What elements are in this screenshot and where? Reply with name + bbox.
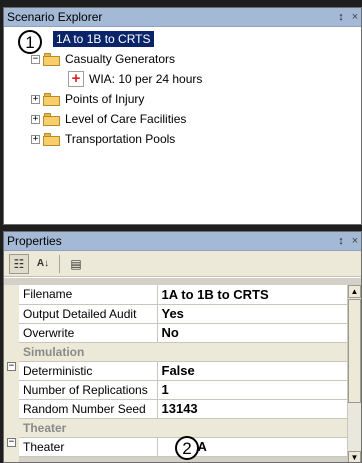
folder-icon (43, 52, 61, 66)
property-value[interactable]: 1 (157, 380, 349, 400)
properties-titlebar: Properties ↕ × (4, 232, 361, 251)
tree-node-label[interactable]: Level of Care Facilities (65, 112, 186, 126)
medical-cross-icon: + (68, 71, 84, 87)
expand-icon[interactable]: + (31, 114, 40, 124)
category-row-theater[interactable]: Theater (19, 418, 349, 438)
tree-node-label[interactable]: Points of Injury (65, 92, 144, 106)
tree-node-level-of-care-facilities[interactable]: + Level of Care Facilities (4, 109, 361, 129)
folder-icon (43, 112, 61, 126)
property-name: Theater (19, 437, 158, 457)
property-row[interactable]: Filename 1A to 1B to CRTS (19, 285, 349, 305)
property-value[interactable]: False (157, 361, 349, 381)
app-frame: Scenario Explorer ↕ × 1A to 1B to CRTS −… (0, 0, 362, 463)
property-pages-button[interactable]: ▤ (66, 254, 86, 274)
tree-node-casualty-generators[interactable]: − Casualty Generators (4, 49, 361, 69)
property-name: Overwrite (19, 323, 158, 343)
property-name: Random Number Seed (19, 399, 158, 419)
category-label: Simulation (19, 342, 349, 362)
expand-icon[interactable]: + (31, 134, 40, 144)
category-row-simulation[interactable]: Simulation (19, 342, 349, 362)
property-row[interactable]: Overwrite No (19, 323, 349, 343)
collapse-icon[interactable]: − (7, 362, 16, 371)
collapse-icon[interactable]: − (7, 438, 16, 447)
tree-node-transportation-pools[interactable]: + Transportation Pools (4, 129, 361, 149)
scroll-down-icon[interactable]: ▼ (348, 451, 361, 462)
callout-1: 1 (18, 30, 42, 54)
property-row[interactable]: Random Number Seed 13143 (19, 399, 349, 419)
folder-icon (43, 92, 61, 106)
property-grid: Filename 1A to 1B to CRTS Output Detaile… (4, 278, 361, 462)
tree-root-node[interactable]: 1A to 1B to CRTS (4, 29, 361, 49)
tree-node-label[interactable]: WIA: 10 per 24 hours (89, 72, 202, 86)
property-value[interactable]: Yes (157, 304, 349, 324)
property-name: Number of Replications (19, 380, 158, 400)
scenario-explorer-panel: Scenario Explorer ↕ × 1A to 1B to CRTS −… (3, 7, 362, 225)
scenario-explorer-title: Scenario Explorer (7, 10, 103, 24)
scenario-explorer-titlebar: Scenario Explorer ↕ × (4, 8, 361, 27)
property-value[interactable]: 13143 (157, 399, 349, 419)
property-table: Filename 1A to 1B to CRTS Output Detaile… (19, 285, 349, 457)
property-row[interactable]: Number of Replications 1 (19, 380, 349, 400)
close-icon[interactable]: × (349, 11, 361, 23)
sort-alphabetical-icon: A↓ (36, 258, 50, 269)
property-row[interactable]: Deterministic False (19, 361, 349, 381)
property-row[interactable]: Output Detailed Audit Yes (19, 304, 349, 324)
property-value[interactable]: No (157, 323, 349, 343)
categorized-view-button[interactable]: ☷ (9, 253, 29, 274)
properties-panel: Properties ↕ × ☷ A↓ ▤ Filename 1A to 1B … (3, 231, 362, 463)
property-name: Output Detailed Audit (19, 304, 158, 324)
toolbar-separator (59, 254, 60, 273)
expand-icon[interactable]: + (31, 94, 40, 104)
properties-title: Properties (7, 234, 62, 248)
pin-icon[interactable]: ↕ (333, 11, 349, 23)
tree-node-label[interactable]: Casualty Generators (65, 52, 175, 66)
scrollbar-thumb[interactable] (348, 299, 361, 403)
scroll-up-icon[interactable]: ▲ (348, 285, 361, 298)
property-pages-icon: ▤ (70, 256, 82, 271)
collapse-icon[interactable]: − (31, 54, 40, 64)
pin-icon[interactable]: ↕ (333, 235, 349, 247)
tree-root-label[interactable]: 1A to 1B to CRTS (53, 31, 154, 47)
property-name: Deterministic (19, 361, 158, 381)
categorized-icon: ☷ (13, 256, 25, 271)
tree-node-wia[interactable]: + WIA: 10 per 24 hours (4, 69, 361, 89)
callout-2: 2 (175, 436, 199, 460)
close-icon[interactable]: × (349, 235, 361, 247)
category-label: Theater (19, 418, 349, 438)
tree-node-label[interactable]: Transportation Pools (65, 132, 175, 146)
property-name: Filename (19, 285, 158, 305)
scenario-tree: 1A to 1B to CRTS − Casualty Generators +… (4, 27, 361, 149)
vertical-scrollbar[interactable]: ▲ ▼ (347, 285, 361, 462)
folder-icon (43, 132, 61, 146)
tree-node-points-of-injury[interactable]: + Points of Injury (4, 89, 361, 109)
alphabetical-sort-button[interactable]: A↓ (33, 254, 53, 274)
properties-toolbar: ☷ A↓ ▤ (4, 251, 361, 277)
property-value[interactable]: 1A to 1B to CRTS (157, 285, 349, 305)
